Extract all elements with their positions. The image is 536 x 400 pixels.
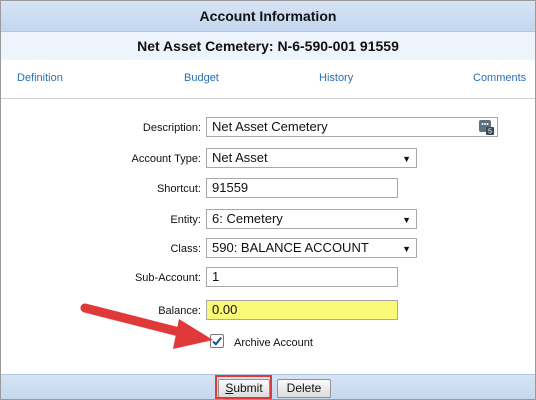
account-type-row: Account Type: Net Asset ▼ [1,148,535,172]
submit-highlight-box [215,375,272,399]
account-subtitle: Net Asset Cemetery: N-6-590-001 91559 [1,32,535,60]
sub-account-input[interactable]: 1 [206,267,398,287]
shortcut-value: 91559 [212,180,249,195]
chevron-down-icon: ▼ [402,154,411,164]
description-row: Description: Net Asset Cemetery 5 [1,117,535,141]
description-value: Net Asset Cemetery [212,119,328,134]
account-type-label: Account Type: [131,153,201,165]
class-select[interactable]: 590: BALANCE ACCOUNT ▼ [206,238,417,258]
class-value: 590: BALANCE ACCOUNT [212,240,369,255]
balance-value: 0.00 [212,302,238,317]
shortcut-label: Shortcut: [156,183,201,195]
sub-account-row: Sub-Account: 1 [1,267,535,291]
sub-account-value: 1 [212,269,220,284]
chevron-down-icon: ▼ [402,244,411,254]
class-label: Class: [170,243,201,255]
memo-icon[interactable]: 5 [478,119,494,136]
description-label: Description: [142,122,201,134]
balance-row: Balance: 0.00 [1,300,535,324]
shortcut-input[interactable]: 91559 [206,178,398,198]
archive-account-checkbox[interactable] [210,334,224,348]
sub-account-label: Sub-Account: [134,272,201,284]
checkmark-icon [212,336,222,346]
entity-label: Entity: [170,214,201,226]
svg-text:5: 5 [488,129,492,136]
entity-value: 6: Cemetery [212,211,283,226]
tab-history[interactable]: History [319,72,353,84]
description-field[interactable]: Net Asset Cemetery 5 [206,117,498,137]
account-type-select[interactable]: Net Asset ▼ [206,148,417,168]
panel-title: Account Information [1,1,535,32]
balance-input[interactable]: 0.00 [206,300,398,320]
tab-bar: Definition Budget History Comments [1,60,535,99]
tab-definition[interactable]: Definition [17,72,63,84]
tab-budget[interactable]: Budget [184,72,219,84]
archive-account-label: Archive Account [234,337,313,349]
shortcut-row: Shortcut: 91559 [1,178,535,202]
entity-row: Entity: 6: Cemetery ▼ [1,209,535,233]
tab-comments[interactable]: Comments [473,72,526,84]
account-type-value: Net Asset [212,150,268,165]
chevron-down-icon: ▼ [402,215,411,225]
archive-row: Archive Account [1,330,535,354]
delete-button[interactable]: Delete [277,379,331,398]
class-row: Class: 590: BALANCE ACCOUNT ▼ [1,238,535,262]
delete-label: Delete [286,381,322,395]
entity-select[interactable]: 6: Cemetery ▼ [206,209,417,229]
balance-label: Balance: [158,305,201,317]
account-information-panel: Account Information Net Asset Cemetery: … [0,0,536,400]
